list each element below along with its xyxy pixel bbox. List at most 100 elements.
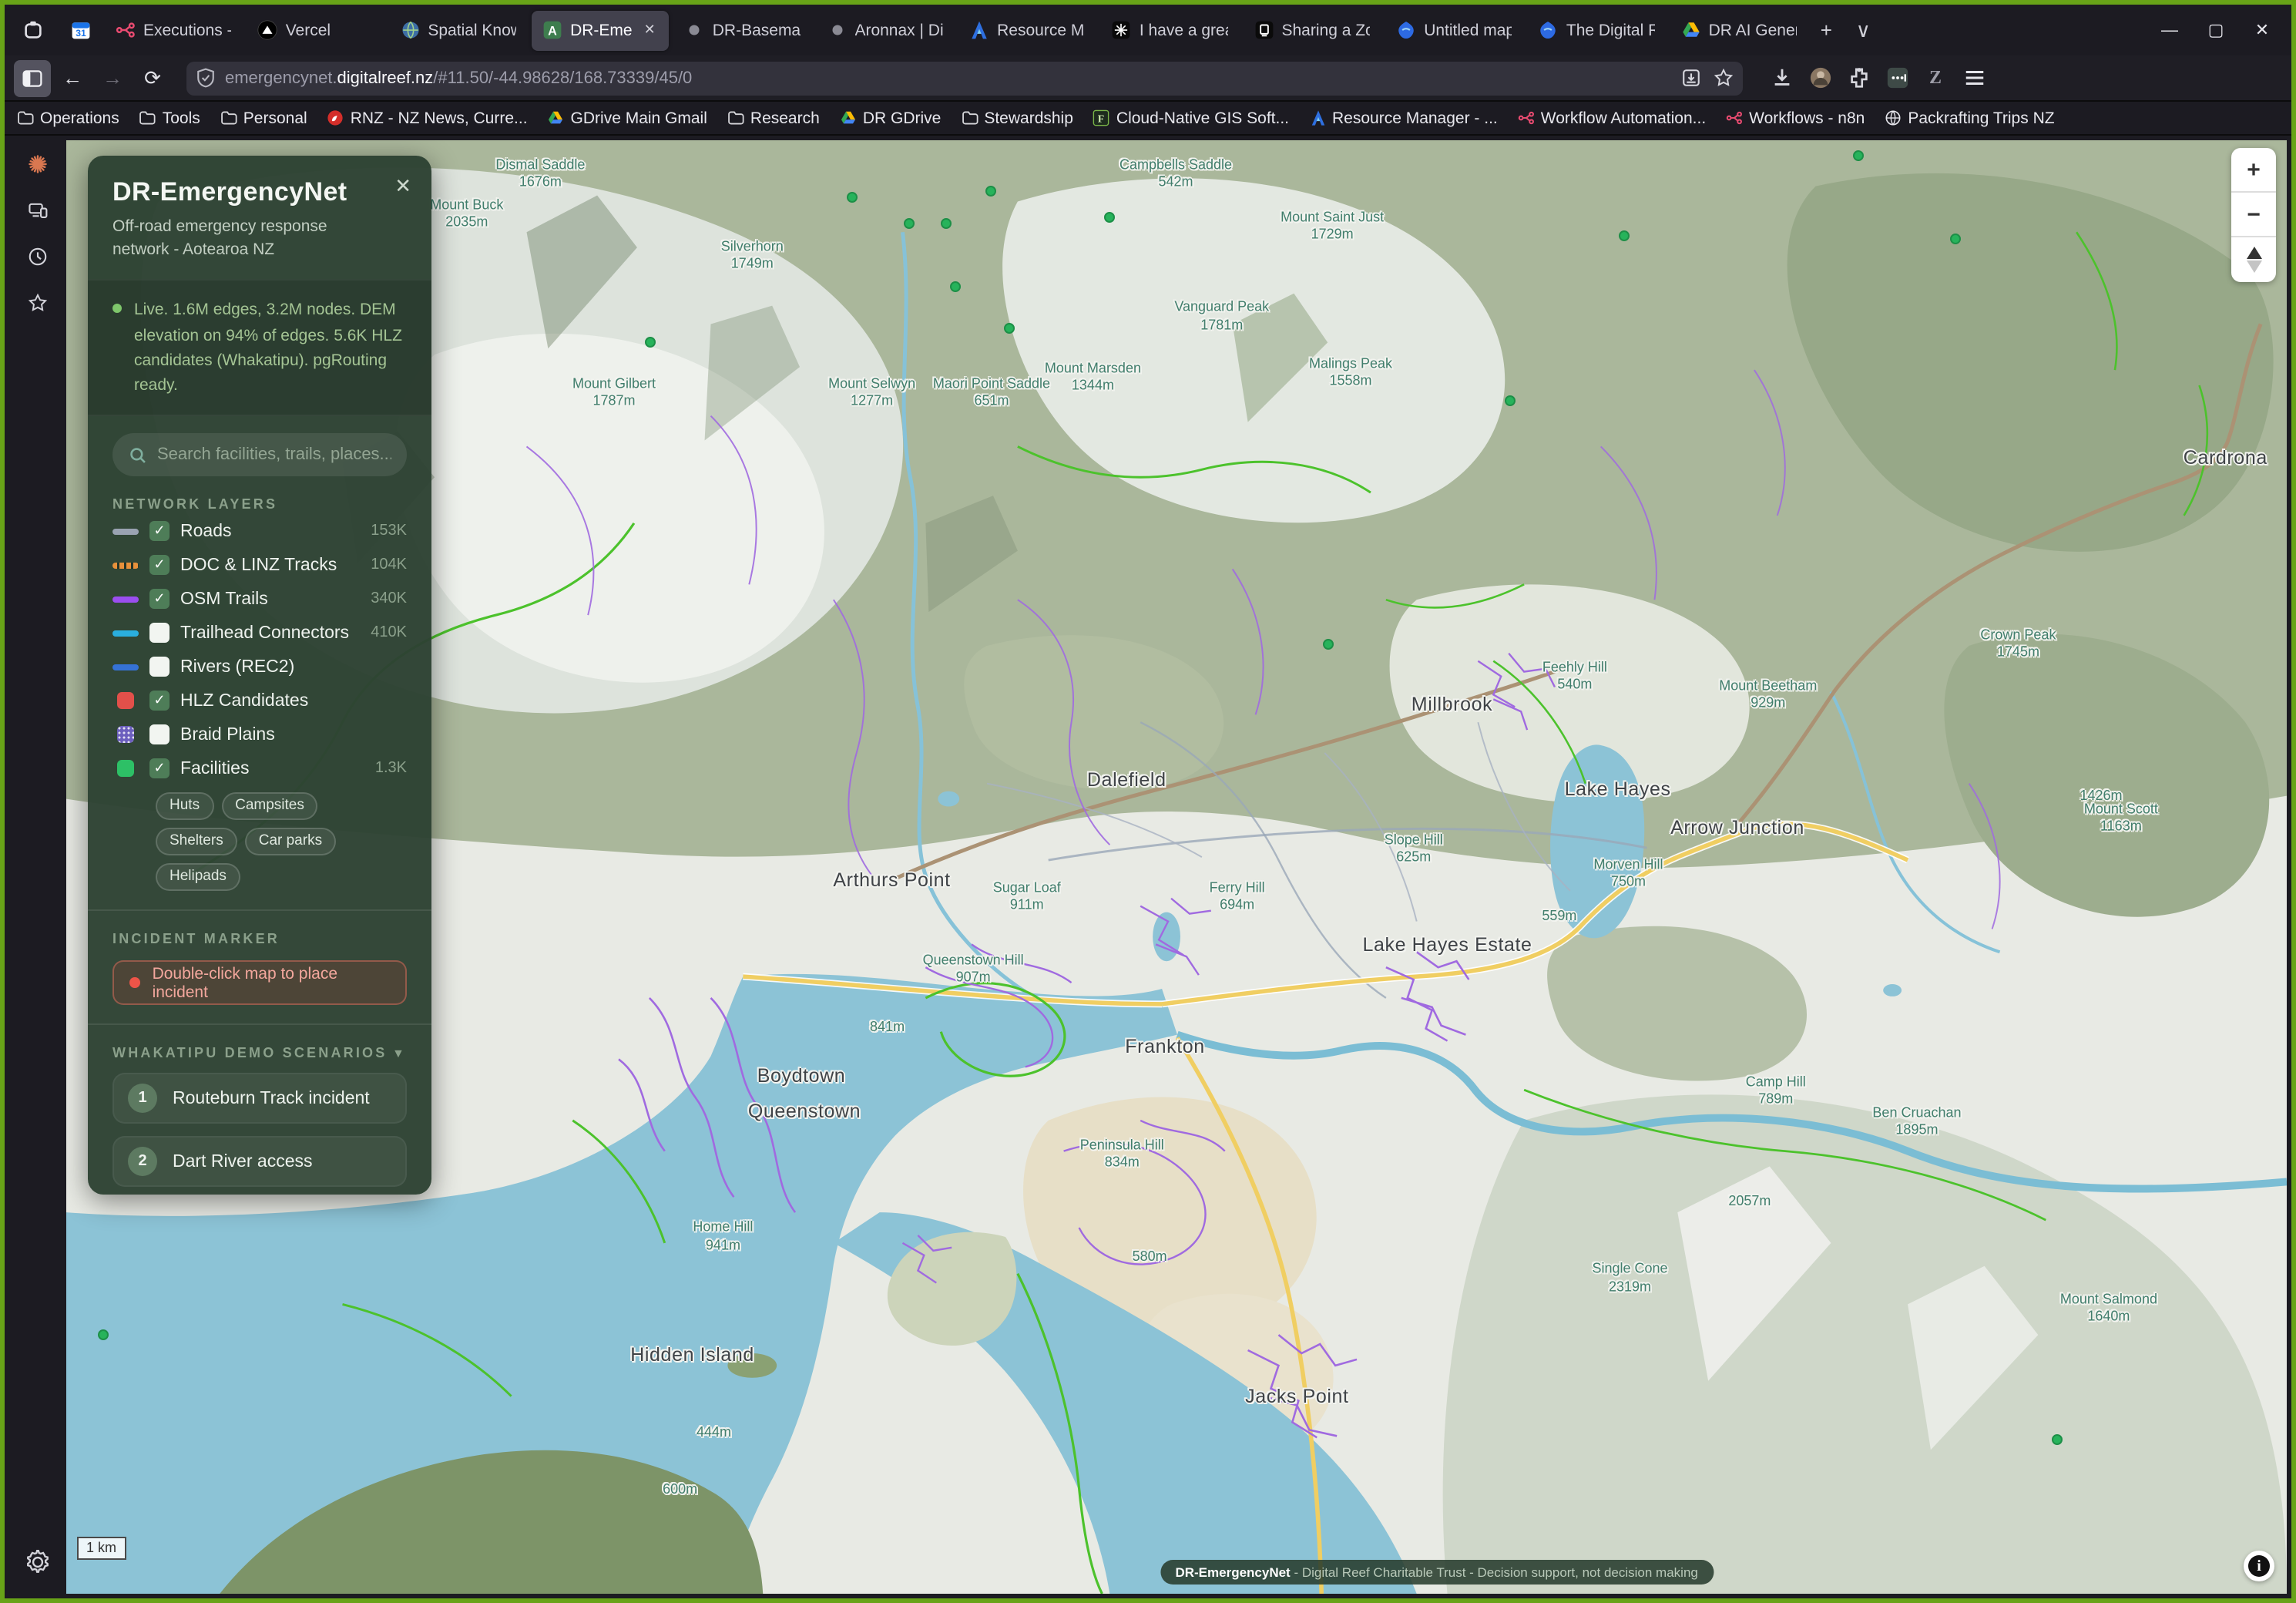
tab[interactable]: Resource Manag bbox=[958, 10, 1096, 50]
extensions-puzzle-icon[interactable] bbox=[1845, 64, 1872, 92]
tab[interactable]: DR-Basemap - Digital bbox=[674, 10, 812, 50]
layer-checkbox[interactable]: ✓ bbox=[149, 556, 170, 576]
layer-row[interactable]: ✓HLZ Candidates bbox=[88, 687, 431, 716]
tab[interactable]: 31 bbox=[60, 10, 100, 50]
layer-row[interactable]: Rivers (REC2) bbox=[88, 653, 431, 682]
zotero-icon[interactable]: Z bbox=[1922, 64, 1949, 92]
sidebar-synced-tabs-button[interactable] bbox=[9, 187, 66, 233]
collapse-icon[interactable]: ▼ bbox=[392, 1047, 407, 1060]
bookmark-folder[interactable]: Personal bbox=[220, 109, 307, 127]
layer-checkbox[interactable]: ✓ bbox=[149, 691, 170, 711]
sidebar-history-button[interactable] bbox=[9, 233, 66, 279]
scenario-button[interactable]: 2Dart River access bbox=[112, 1137, 407, 1188]
bookmark-item[interactable]: FCloud-Native GIS Soft... bbox=[1093, 109, 1289, 127]
tab-active[interactable]: ADR-Emergency✕ bbox=[532, 10, 670, 50]
reload-button[interactable]: ⟳ bbox=[134, 59, 171, 96]
layer-checkbox[interactable]: ✓ bbox=[149, 590, 170, 610]
scenario-button[interactable]: 1Routeburn Track incident bbox=[112, 1074, 407, 1124]
facility-chip[interactable]: Huts bbox=[156, 793, 213, 821]
new-tab-button[interactable]: + bbox=[1808, 12, 1845, 49]
layer-checkbox[interactable] bbox=[149, 725, 170, 745]
account-avatar[interactable] bbox=[1806, 64, 1834, 92]
settings-gear-icon[interactable] bbox=[9, 1538, 66, 1585]
bookmark-item[interactable]: RNZ - NZ News, Curre... bbox=[327, 109, 528, 127]
sidebar-bookmarks-button[interactable] bbox=[9, 279, 66, 325]
bookmark-item[interactable]: Workflows - n8n bbox=[1726, 109, 1865, 127]
tab-close-icon[interactable]: ✕ bbox=[641, 20, 659, 40]
facility-marker[interactable] bbox=[1005, 323, 1015, 334]
bookmark-folder[interactable]: Stewardship bbox=[961, 109, 1073, 127]
bookmark-item[interactable]: Resource Manager - ... bbox=[1309, 109, 1498, 127]
zoom-in-button[interactable]: + bbox=[2231, 148, 2276, 193]
sidebar-toggle-button[interactable] bbox=[14, 59, 51, 96]
layer-checkbox[interactable]: ✓ bbox=[149, 759, 170, 779]
tab[interactable]: Sharing a Zotero bbox=[1244, 10, 1381, 50]
layer-checkbox[interactable]: ✓ bbox=[149, 522, 170, 542]
layer-row[interactable]: ✓Facilities1.3K bbox=[88, 754, 431, 784]
sidebar-claude-ai-button[interactable] bbox=[9, 140, 66, 187]
compass-button[interactable] bbox=[2231, 237, 2276, 282]
close-window-button[interactable]: ✕ bbox=[2239, 10, 2285, 50]
bookmark-folder[interactable]: Tools bbox=[139, 109, 200, 127]
facility-marker[interactable] bbox=[646, 337, 656, 348]
maximize-button[interactable]: ▢ bbox=[2193, 10, 2239, 50]
attribution-info-button[interactable]: i bbox=[2244, 1551, 2274, 1581]
bookmark-item[interactable]: Packrafting Trips NZ bbox=[1885, 109, 2054, 127]
layer-row[interactable]: ✓Roads153K bbox=[88, 517, 431, 546]
bookmark-folder[interactable]: Operations bbox=[17, 109, 119, 127]
list-all-tabs-button[interactable]: ∨ bbox=[1845, 12, 1881, 49]
layer-row[interactable]: Trailhead Connectors410K bbox=[88, 619, 431, 648]
firefox-view-icon[interactable] bbox=[14, 12, 51, 49]
facility-marker[interactable] bbox=[1950, 233, 1961, 244]
facility-chip[interactable]: Helipads bbox=[156, 864, 240, 892]
facility-chip[interactable]: Campsites bbox=[221, 793, 318, 821]
facility-marker[interactable] bbox=[949, 282, 960, 293]
panel-close-icon[interactable]: ✕ bbox=[394, 174, 411, 199]
demo-scenarios-header[interactable]: WHAKATIPU DEMO SCENARIOS▼ bbox=[88, 1046, 431, 1061]
map-canvas[interactable]: CardronaMillbrookLake HayesArrow Junctio… bbox=[66, 140, 2287, 1594]
tab[interactable]: Vercel bbox=[247, 10, 385, 50]
facility-marker[interactable] bbox=[1322, 639, 1333, 650]
facility-marker[interactable] bbox=[1619, 230, 1630, 240]
password-manager-icon[interactable] bbox=[1883, 64, 1911, 92]
shield-permissions-icon[interactable] bbox=[196, 68, 216, 88]
layer-checkbox[interactable] bbox=[149, 623, 170, 644]
tab[interactable]: Untitled map bbox=[1385, 10, 1523, 50]
bookmark-item[interactable]: GDrive Main Gmail bbox=[548, 109, 707, 127]
facility-marker[interactable] bbox=[1853, 150, 1864, 161]
back-button[interactable]: ← bbox=[54, 59, 91, 96]
search-input[interactable] bbox=[157, 446, 391, 465]
layer-row[interactable]: ✓DOC & LINZ Tracks104K bbox=[88, 551, 431, 580]
facility-marker[interactable] bbox=[986, 186, 997, 197]
layer-row[interactable]: Braid Plains bbox=[88, 721, 431, 750]
tab[interactable]: Executions - n8n bbox=[105, 10, 243, 50]
facility-chip[interactable]: Car parks bbox=[245, 828, 336, 856]
facility-marker[interactable] bbox=[1104, 211, 1115, 222]
tab[interactable]: Aronnax | Digital Reef bbox=[816, 10, 954, 50]
bookmark-star-icon[interactable] bbox=[1714, 68, 1734, 88]
layer-checkbox[interactable] bbox=[149, 657, 170, 677]
tab[interactable]: The Digital Reef ( bbox=[1528, 10, 1666, 50]
menu-hamburger-icon[interactable] bbox=[1960, 64, 1988, 92]
tab[interactable]: DR AI Generated bbox=[1670, 10, 1808, 50]
url-bar[interactable]: emergencynet.digitalreef.nz/#11.50/-44.9… bbox=[186, 61, 1743, 95]
bookmark-item[interactable]: DR GDrive bbox=[840, 109, 942, 127]
facility-marker[interactable] bbox=[98, 1329, 109, 1340]
forward-button[interactable]: → bbox=[94, 59, 131, 96]
facility-marker[interactable] bbox=[2051, 1433, 2062, 1444]
facility-marker[interactable] bbox=[903, 217, 914, 228]
place-incident-button[interactable]: Double-click map to place incident bbox=[112, 961, 407, 1006]
downloads-icon[interactable] bbox=[1767, 64, 1795, 92]
save-page-icon[interactable] bbox=[1681, 68, 1701, 88]
zoom-out-button[interactable]: − bbox=[2231, 193, 2276, 237]
bookmark-item[interactable]: Workflow Automation... bbox=[1518, 109, 1706, 127]
facility-marker[interactable] bbox=[847, 192, 858, 203]
facility-chip[interactable]: Shelters bbox=[156, 828, 237, 856]
facility-marker[interactable] bbox=[1505, 395, 1516, 406]
search-box[interactable] bbox=[112, 434, 407, 477]
tab[interactable]: Spatial Knowledg bbox=[389, 10, 527, 50]
facility-marker[interactable] bbox=[940, 217, 951, 228]
tab[interactable]: I have a great ma bbox=[1101, 10, 1239, 50]
layer-row[interactable]: ✓OSM Trails340K bbox=[88, 585, 431, 614]
bookmark-folder[interactable]: Research bbox=[727, 109, 820, 127]
